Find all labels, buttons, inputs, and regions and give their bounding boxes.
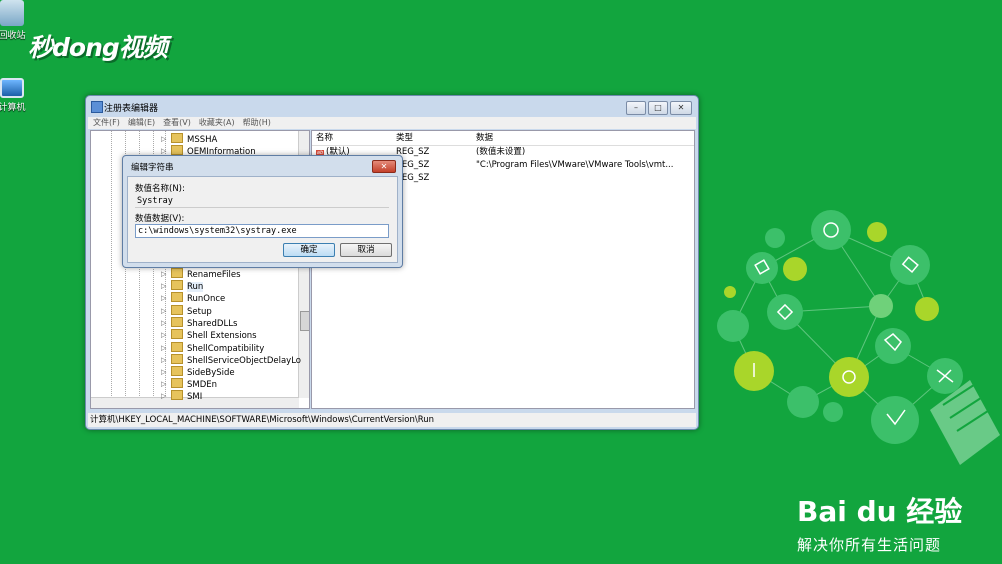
baidu-wordmark: Bai du 经验: [797, 495, 963, 528]
folder-icon: [171, 354, 183, 364]
computer-desktop-icon[interactable]: 计算机: [0, 78, 32, 113]
tree-item-label: SideBySide: [187, 368, 235, 378]
dialog-close-button[interactable]: ✕: [372, 160, 396, 173]
expand-arrow-icon[interactable]: ▷: [161, 280, 166, 292]
folder-icon: [171, 342, 183, 352]
column-data[interactable]: 数据: [476, 131, 493, 145]
folder-icon: [171, 292, 183, 302]
tree-item[interactable]: ▷ SMI: [161, 390, 203, 402]
folder-icon: [171, 390, 183, 400]
expand-arrow-icon[interactable]: ▷: [161, 366, 166, 378]
tree-item[interactable]: ▷ ShellServiceObjectDelayLo: [161, 354, 301, 366]
dialog-title: 编辑字符串: [131, 163, 174, 173]
monitor-icon: [0, 78, 24, 98]
column-name[interactable]: 名称: [316, 131, 333, 145]
value-data-label: 数值数据(V):: [135, 214, 185, 224]
tree-item[interactable]: ▷ MSSHA: [161, 133, 218, 145]
tree-item-label: RunOnce: [187, 294, 226, 304]
menu-bar: 文件(F) 编辑(E) 查看(V) 收藏夹(A) 帮助(H): [88, 117, 696, 129]
edit-string-dialog: 编辑字符串 ✕ 数值名称(N): Systray 数值数据(V): c:\win…: [122, 155, 403, 268]
folder-icon: [171, 145, 183, 155]
value-name-field: Systray: [135, 195, 389, 208]
tree-item-label: ShellServiceObjectDelayLo: [187, 356, 301, 366]
baidu-jingyan-logo: Bai du 经验 解决你所有生活问题: [797, 490, 962, 555]
value-data-input[interactable]: c:\windows\system32\systray.exe: [135, 224, 389, 238]
tree-item[interactable]: ▷ RenameFiles: [161, 268, 241, 280]
maximize-button[interactable]: □: [648, 101, 668, 115]
folder-icon: [171, 329, 183, 339]
expand-arrow-icon[interactable]: ▷: [161, 268, 166, 280]
menu-favorites[interactable]: 收藏夹(A): [199, 117, 235, 129]
expand-arrow-icon[interactable]: ▷: [161, 354, 166, 366]
tree-item[interactable]: ▷ SharedDLLs: [161, 317, 238, 329]
tree-item[interactable]: ▷ Shell Extensions: [161, 329, 257, 341]
tree-item-label: SharedDLLs: [187, 319, 238, 329]
expand-arrow-icon[interactable]: ▷: [161, 292, 166, 304]
regedit-app-icon: [91, 101, 103, 113]
expand-arrow-icon[interactable]: ▷: [161, 342, 166, 354]
folder-icon: [171, 378, 183, 388]
expand-arrow-icon[interactable]: ▷: [161, 378, 166, 390]
expand-arrow-icon[interactable]: ▷: [161, 390, 166, 402]
column-type[interactable]: 类型: [396, 131, 413, 145]
computer-label: 计算机: [0, 103, 26, 113]
list-header: 名称 类型 数据: [312, 131, 694, 146]
folder-icon: [171, 366, 183, 376]
tree-item[interactable]: ▷ SMDEn: [161, 378, 218, 390]
baidu-slogan: 解决你所有生活问题: [797, 536, 942, 554]
title-bar[interactable]: 注册表编辑器 – □ ✕: [86, 96, 698, 116]
expand-arrow-icon[interactable]: ▷: [161, 329, 166, 341]
value-data: (数值未设置): [476, 147, 526, 157]
close-button[interactable]: ✕: [670, 101, 692, 115]
folder-icon: [171, 280, 183, 290]
status-bar-path: 计算机\HKEY_LOCAL_MACHINE\SOFTWARE\Microsof…: [88, 413, 696, 427]
tree-item-label: ShellCompatibility: [187, 344, 265, 354]
expand-arrow-icon[interactable]: ▷: [161, 317, 166, 329]
cancel-button[interactable]: 取消: [340, 243, 392, 257]
value-data: "C:\Program Files\VMware\VMware Tools\vm…: [476, 160, 674, 170]
tree-item[interactable]: ▷ Run: [161, 280, 204, 292]
folder-icon: [171, 317, 183, 327]
menu-help[interactable]: 帮助(H): [243, 117, 271, 129]
expand-arrow-icon[interactable]: ▷: [161, 133, 166, 145]
tree-item[interactable]: ▷ RunOnce: [161, 292, 226, 304]
tree-item-label: RenameFiles: [187, 270, 241, 280]
minimize-button[interactable]: –: [626, 101, 646, 115]
menu-view[interactable]: 查看(V): [163, 117, 191, 129]
tree-item-label: SMDEn: [187, 380, 218, 390]
tree-item-label: Run: [187, 282, 204, 292]
lightbulb-decoration: [717, 210, 1000, 465]
folder-icon: [171, 268, 183, 278]
menu-edit[interactable]: 编辑(E): [128, 117, 155, 129]
tree-item[interactable]: ▷ Setup: [161, 305, 212, 317]
tree-item[interactable]: ▷ ShellCompatibility: [161, 342, 265, 354]
folder-icon: [171, 133, 183, 143]
tree-item-label: SMI: [187, 392, 203, 402]
tree-item-label: Shell Extensions: [187, 331, 257, 341]
tree-item-label: MSSHA: [187, 135, 218, 145]
ok-button[interactable]: 确定: [283, 243, 335, 257]
folder-icon: [171, 305, 183, 315]
value-name-label: 数值名称(N):: [135, 184, 185, 194]
video-watermark: 秒dong视频: [28, 33, 168, 62]
scroll-thumb[interactable]: [300, 311, 309, 331]
menu-file[interactable]: 文件(F): [93, 117, 120, 129]
expand-arrow-icon[interactable]: ▷: [161, 305, 166, 317]
trash-icon: [0, 0, 24, 26]
window-title: 注册表编辑器: [104, 104, 159, 114]
tree-item-label: Setup: [187, 307, 212, 317]
tree-item[interactable]: ▷ SideBySide: [161, 366, 235, 378]
